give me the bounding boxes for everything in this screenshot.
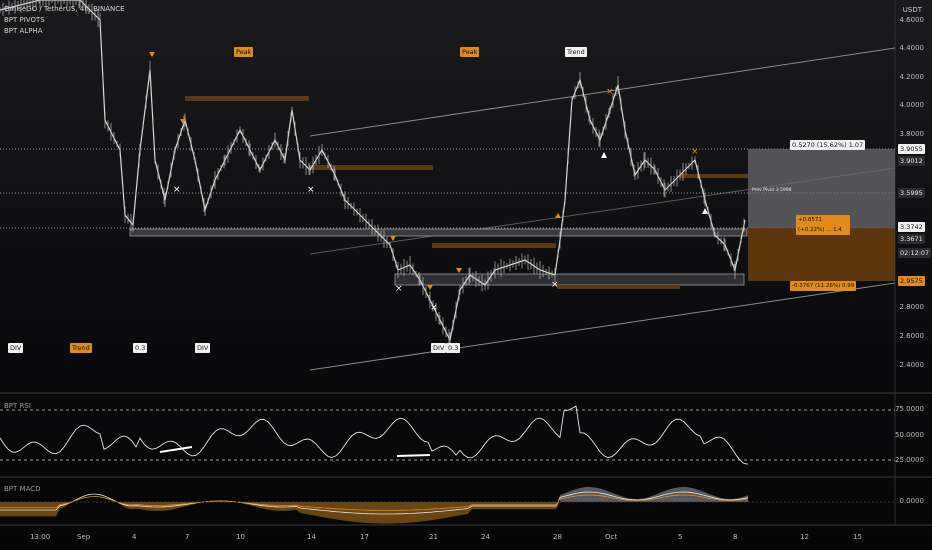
rsi-divergence-1	[159, 446, 193, 453]
down-triangle-marker	[427, 285, 433, 290]
trade-stop-zone[interactable]	[748, 228, 895, 281]
upper-band-flag: 3.9055	[898, 144, 925, 154]
rsi-divergence-2	[396, 454, 431, 457]
peak-tag[interactable]: Peak	[460, 47, 480, 57]
price-tick: 4.6000	[899, 16, 925, 24]
resistance-flag: 3.9012	[898, 156, 925, 166]
support-zone-lower[interactable]	[394, 273, 745, 286]
level-tag[interactable]: 0.3	[133, 343, 148, 353]
time-tick: 21	[429, 533, 438, 541]
cross-marker: ×	[307, 185, 315, 195]
rsi-tick: 75.0000	[895, 405, 924, 413]
price-tick: 4.4000	[899, 44, 925, 52]
time-tick: 8	[733, 533, 738, 541]
time-tick: 24	[481, 533, 490, 541]
pivot-flag: 3.5995	[898, 188, 925, 198]
trade-target-label[interactable]: 0.5270 (15.62%) 1.07	[790, 140, 866, 150]
time-tick: 15	[853, 533, 862, 541]
time-tick: 5	[678, 533, 683, 541]
candlestick-series[interactable]	[0, 0, 746, 348]
lower-band-flag: 2.9575	[898, 276, 925, 286]
time-tick: 4	[132, 533, 137, 541]
price-tick: 3.8000	[899, 130, 925, 138]
div-tag[interactable]: DIV	[8, 343, 24, 353]
price-tick: 2.6000	[899, 332, 925, 340]
support-zone-upper[interactable]	[129, 228, 748, 237]
time-tick: 12	[800, 533, 809, 541]
trade-entry-label[interactable]: +0.8571 (+0.22%) ... 1.4	[796, 215, 850, 235]
cross-marker: ×	[430, 303, 438, 313]
rsi-tick: 25.0000	[895, 456, 924, 464]
support-flag: 3.3671	[898, 234, 925, 244]
prev-pivot-label: Prev Pivot 3.5998	[752, 188, 792, 193]
peak-tag[interactable]: Peak	[234, 47, 254, 57]
down-triangle-marker	[456, 268, 462, 273]
rsi-tick: 50.0000	[895, 431, 924, 439]
up-triangle-marker	[601, 152, 607, 158]
level-tag[interactable]: 0.3	[446, 343, 461, 353]
div-tag[interactable]: DIV	[195, 343, 211, 353]
pivot-bar-3	[432, 243, 556, 248]
price-tick: 4.2000	[899, 73, 925, 81]
down-triangle-marker	[149, 52, 155, 57]
pivot-bar-1	[185, 96, 309, 101]
cross-marker: ×	[606, 87, 614, 97]
time-tick: Sep	[77, 533, 91, 541]
time-tick: 7	[185, 533, 190, 541]
time-tick: 10	[236, 533, 245, 541]
macd-tick: 0.0000	[899, 497, 925, 505]
time-tick: 17	[360, 533, 369, 541]
price-tick: 2.4000	[899, 361, 925, 369]
trade-stop-label[interactable]: -0.3767 (11.26%) 0.99	[790, 281, 857, 291]
pivot-bar-4	[557, 285, 680, 289]
cross-marker: ×	[551, 280, 559, 290]
last-price-flag: 3.3742	[898, 222, 925, 232]
channel-upper-line[interactable]	[309, 47, 896, 137]
div-tag[interactable]: DIV	[431, 343, 447, 353]
time-tick: 28	[553, 533, 562, 541]
down-triangle-marker	[390, 236, 396, 241]
cross-marker: ×	[173, 185, 181, 195]
cross-marker: ×	[395, 284, 403, 294]
rsi-pane-label[interactable]: BPT RSI	[4, 402, 31, 410]
pivot-bar-2	[310, 165, 433, 170]
chart-canvas[interactable]: × × × × × × ×	[0, 0, 932, 550]
trend-tag[interactable]: Trend	[70, 343, 92, 353]
price-tick: 2.8000	[899, 303, 925, 311]
channel-lower-line[interactable]	[309, 282, 896, 371]
time-tick: 13:00	[30, 533, 51, 541]
chart-window[interactable]: OmiseGO / TetherUS, 4h, BINANCE BPT PIVO…	[0, 0, 932, 550]
pivot-bar-5	[680, 174, 748, 178]
cross-marker: ×	[691, 147, 699, 157]
rsi-line[interactable]	[0, 405, 749, 465]
up-triangle-marker	[555, 213, 561, 218]
trend-tag[interactable]: Trend	[565, 47, 587, 57]
time-tick: 14	[307, 533, 316, 541]
price-tick: 4.0000	[899, 101, 925, 109]
countdown-flag: 02:12:07	[898, 248, 932, 258]
time-tick: Oct	[605, 533, 618, 541]
macd-pane-label[interactable]: BPT MACD	[4, 485, 41, 493]
